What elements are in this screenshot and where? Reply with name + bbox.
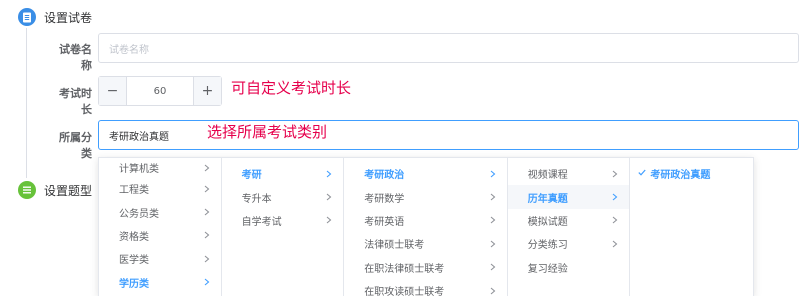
cascader-column-2: 考研 专升本 自学考试 xyxy=(222,158,345,296)
duration-label: 考试时长 xyxy=(59,87,92,116)
cascader-option[interactable]: 法律硕士联考 xyxy=(344,232,507,255)
cascader-option[interactable]: 自学考试 xyxy=(222,209,344,232)
cascader-column-4: 视频课程 历年真题 模拟试题 分类练习 复习经验 xyxy=(507,158,631,296)
cascader-option[interactable]: 模拟试题 xyxy=(508,209,630,232)
cascader-option[interactable]: 资格类 xyxy=(99,224,221,247)
step-set-question-type: 设置题型 xyxy=(18,181,92,199)
chevron-right-icon xyxy=(489,216,497,224)
cascader-option[interactable]: 专升本 xyxy=(222,185,344,208)
cascader-column-1: 计算机类 工程类 公务员类 资格类 医学类 学历类 xyxy=(99,158,222,296)
chevron-right-icon xyxy=(203,278,211,286)
document-icon xyxy=(18,8,36,26)
cascader-option[interactable]: 分类练习 xyxy=(508,232,630,255)
category-label: 所属分类 xyxy=(59,131,92,160)
chevron-right-icon xyxy=(611,240,619,248)
step-title-set-paper: 设置试卷 xyxy=(44,10,93,25)
cascader-column-3: 考研政治 考研数学 考研英语 法律硕士联考 在职法律硕士联考 在职攻读硕士联考 xyxy=(344,158,508,296)
chevron-right-icon xyxy=(203,208,211,216)
cascader-option[interactable]: 考研数学 xyxy=(344,185,507,208)
chevron-right-icon xyxy=(325,193,333,201)
duration-annotation: 可自定义考试时长 xyxy=(231,79,352,97)
chevron-right-icon xyxy=(203,185,211,193)
chevron-right-icon xyxy=(611,216,619,224)
chevron-right-icon xyxy=(203,255,211,263)
category-annotation: 选择所属考试类别 xyxy=(207,123,328,141)
chevron-right-icon xyxy=(203,231,211,239)
chevron-right-icon xyxy=(489,263,497,271)
exam-setup-page: 设置试卷 设置题型 试卷名称 试卷名称 考试时长 − 60 + 可自定义考试时长… xyxy=(0,0,799,296)
cascader-option-active[interactable]: 考研政治 xyxy=(344,162,507,185)
cascader-option-active[interactable]: 考研 xyxy=(222,162,344,185)
category-cascader-panel: 计算机类 工程类 公务员类 资格类 医学类 学历类 考研 专升本 自学考试 考研… xyxy=(98,157,754,296)
chevron-right-icon xyxy=(489,240,497,248)
cascader-option-active[interactable]: 历年真题 xyxy=(507,185,630,209)
paper-name-label: 试卷名称 xyxy=(59,43,92,72)
duration-value[interactable]: 60 xyxy=(127,77,193,105)
cascader-option[interactable]: 工程类 xyxy=(99,177,221,200)
cascader-option[interactable]: 医学类 xyxy=(99,247,221,270)
decrease-button[interactable]: − xyxy=(99,77,127,105)
cascader-column-5: 考研政治真题 xyxy=(630,158,753,296)
category-select[interactable]: 考研政治真题 xyxy=(98,120,799,150)
cascader-option-active[interactable]: 学历类 xyxy=(99,271,221,294)
chevron-right-icon xyxy=(489,170,497,178)
category-selected-value: 考研政治真题 xyxy=(109,131,169,143)
chevron-right-icon xyxy=(489,193,497,201)
step-title-set-question-type: 设置题型 xyxy=(44,183,93,198)
cascader-option[interactable]: 在职法律硕士联考 xyxy=(344,256,507,279)
cascader-option[interactable]: 公务员类 xyxy=(99,200,221,223)
paper-name-input[interactable]: 试卷名称 xyxy=(98,33,799,63)
chevron-right-icon xyxy=(489,287,497,295)
chevron-right-icon xyxy=(203,164,211,172)
cascader-option[interactable]: 在职攻读硕士联考 xyxy=(344,279,507,296)
list-icon xyxy=(18,181,36,199)
step-set-paper: 设置试卷 xyxy=(18,8,92,26)
chevron-right-icon xyxy=(325,170,333,178)
duration-stepper[interactable]: − 60 + xyxy=(98,76,222,106)
chevron-right-icon xyxy=(611,170,619,178)
chevron-right-icon xyxy=(611,193,619,201)
cascader-option-selected[interactable]: 考研政治真题 xyxy=(630,162,753,185)
step-connector-line xyxy=(26,28,27,178)
cascader-option[interactable]: 考研英语 xyxy=(344,209,507,232)
cascader-option[interactable]: 计算机类 xyxy=(99,158,221,177)
increase-button[interactable]: + xyxy=(193,77,221,105)
paper-name-placeholder: 试卷名称 xyxy=(109,44,149,56)
cascader-option[interactable]: 复习经验 xyxy=(508,256,630,279)
cascader-option[interactable]: 视频课程 xyxy=(508,162,630,185)
chevron-right-icon xyxy=(325,216,333,224)
check-icon xyxy=(638,168,647,179)
